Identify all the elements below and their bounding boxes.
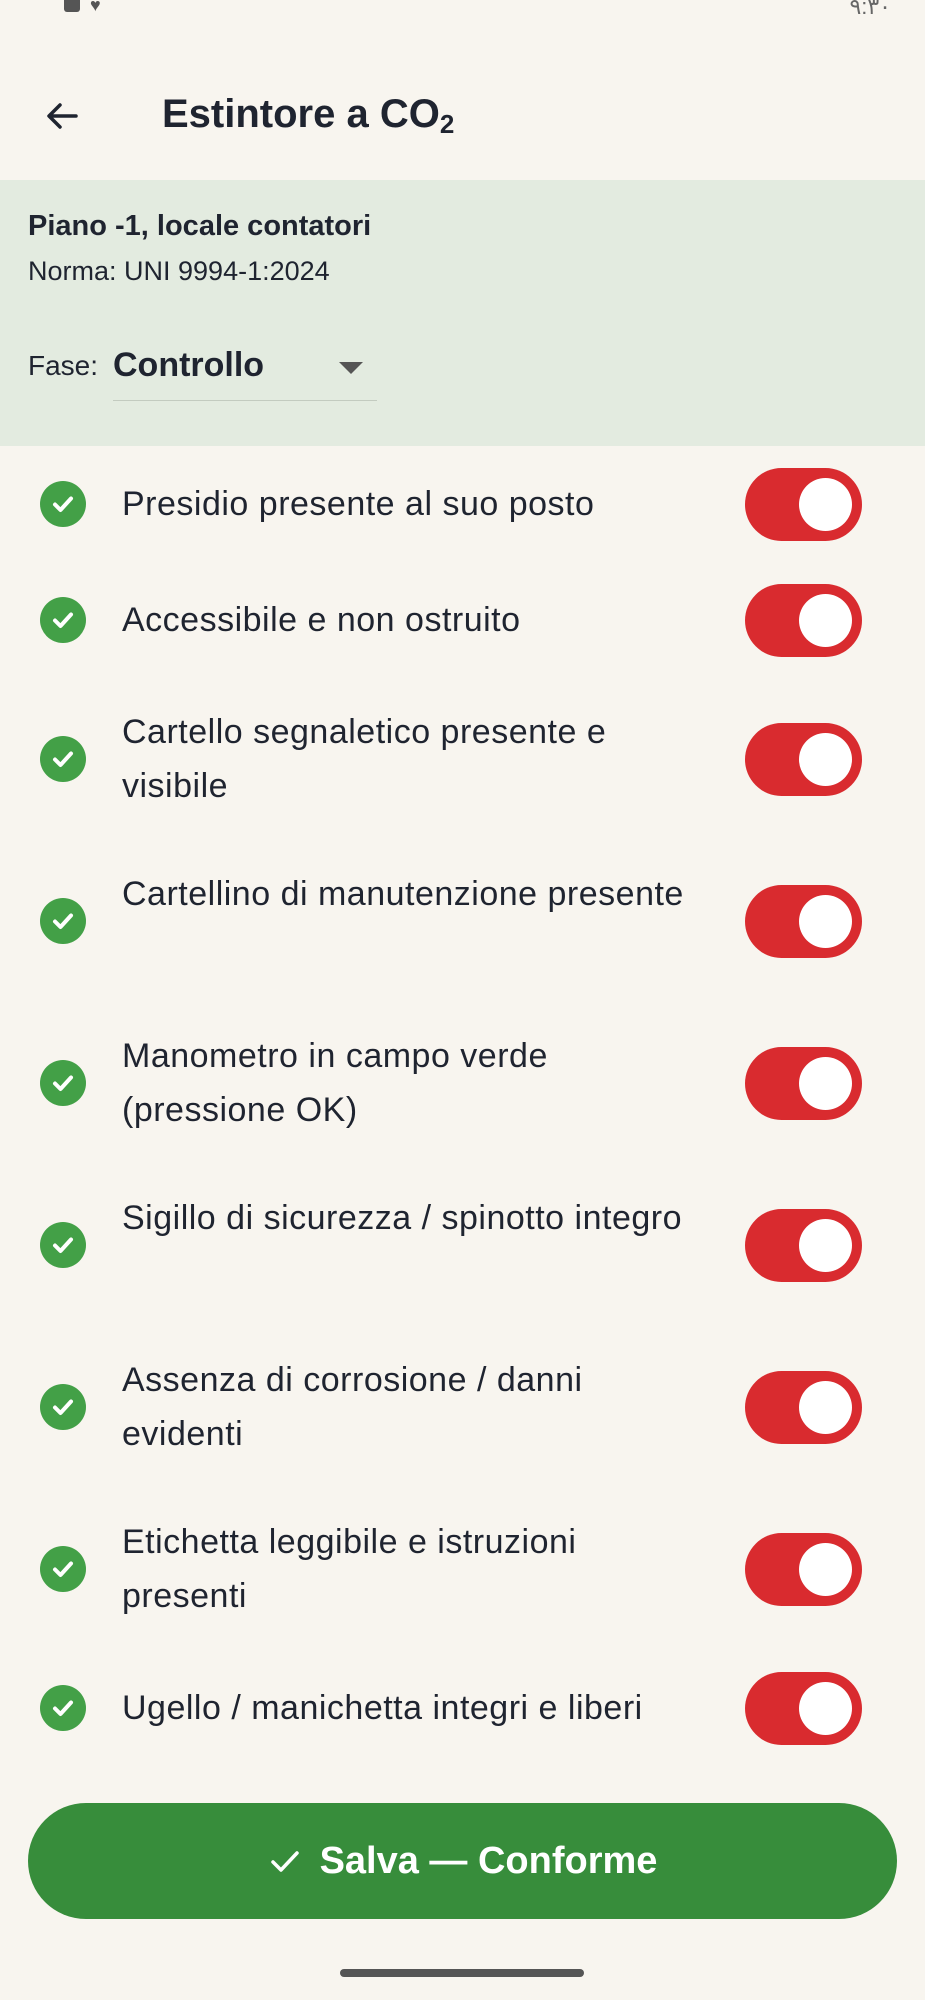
checklist-row: Cartello segnaletico presente e visibile (0, 678, 925, 840)
checklist-item-toggle[interactable] (745, 885, 862, 958)
toggle-knob (799, 1057, 852, 1110)
checklist-item-toggle[interactable] (745, 1533, 862, 1606)
heart-icon: ♥ (90, 0, 101, 15)
checklist-item-toggle[interactable] (745, 1047, 862, 1120)
check-circle-icon (40, 898, 86, 944)
fase-dropdown[interactable]: Controllo (113, 332, 377, 401)
checklist-row: Etichetta leggibile e istruzioni present… (0, 1488, 925, 1650)
checklist-item-label: Manometro in campo verde (pressione OK) (122, 1037, 548, 1129)
check-circle-icon (40, 1222, 86, 1268)
checklist-row: Presidio presente al suo posto (0, 446, 925, 562)
toggle-knob (799, 1381, 852, 1434)
checklist-item-label: Cartellino di manutenzione presente (122, 875, 684, 913)
checklist-row: Accessibile e non ostruito (0, 562, 925, 678)
checklist-item-label: Assenza di corrosione / danni evidenti (122, 1361, 583, 1453)
arrow-left-icon (47, 103, 78, 129)
toggle-knob (799, 478, 852, 531)
checklist-item-label: Ugello / manichetta integri e liberi (122, 1689, 643, 1727)
check-circle-icon (40, 736, 86, 782)
fase-selected-value: Controllo (113, 346, 265, 384)
norma-text: Norma: UNI 9994-1:2024 (28, 256, 330, 286)
page-title: Estintore a CO2 (162, 92, 455, 139)
check-circle-icon (40, 1685, 86, 1731)
dropdown-arrow-icon (339, 362, 363, 374)
check-circle-icon (40, 1546, 86, 1592)
check-circle-icon (40, 481, 86, 527)
checklist-item-label: Accessibile e non ostruito (122, 601, 521, 639)
checklist-row: Ugello / manichetta integri e liberi (0, 1650, 925, 1766)
check-circle-icon (40, 597, 86, 643)
checklist-item-label: Sigillo di sicurezza / spinotto integro (122, 1199, 682, 1237)
save-button[interactable]: Salva — Conforme (28, 1803, 897, 1919)
checklist-item-toggle[interactable] (745, 1371, 862, 1444)
checklist-item-label: Presidio presente al suo posto (122, 485, 595, 523)
checklist-row: Sigillo di sicurezza / spinotto integro (0, 1164, 925, 1326)
toggle-knob (799, 1543, 852, 1596)
check-circle-icon (40, 1060, 86, 1106)
checklist-item-toggle[interactable] (745, 584, 862, 657)
checklist-item-label: Etichetta leggibile e istruzioni present… (122, 1523, 577, 1615)
back-button[interactable] (30, 84, 94, 148)
checklist-item-toggle[interactable] (745, 1672, 862, 1745)
toggle-knob (799, 594, 852, 647)
checklist-item-toggle[interactable] (745, 723, 862, 796)
status-time: ٩:٣٠ (849, 0, 891, 19)
checklist-row: Cartellino di manutenzione presente (0, 840, 925, 1002)
info-panel: Piano -1, locale contatori Norma: UNI 99… (0, 180, 925, 446)
notification-icon (64, 0, 80, 12)
status-icons: ♥ (64, 0, 101, 16)
location-text: Piano -1, locale contatori (28, 210, 372, 242)
check-icon (270, 1851, 299, 1872)
toggle-knob (799, 1219, 852, 1272)
toggle-knob (799, 1682, 852, 1735)
status-bar: ♥ ٩:٣٠ (0, 0, 925, 24)
app-bar: Estintore a CO2 (0, 70, 925, 166)
toggle-knob (799, 733, 852, 786)
check-circle-icon (40, 1384, 86, 1430)
fase-label: Fase: (28, 350, 99, 381)
checklist-item-toggle[interactable] (745, 1209, 862, 1282)
checklist-row: Manometro in campo verde (pressione OK) (0, 1002, 925, 1164)
checklist-item-label: Cartello segnaletico presente e visibile (122, 713, 607, 805)
home-indicator[interactable] (340, 1969, 584, 1977)
checklist-row: Assenza di corrosione / danni evidenti (0, 1326, 925, 1488)
toggle-knob (799, 895, 852, 948)
save-button-label: Salva — Conforme (319, 1839, 658, 1882)
checklist-item-toggle[interactable] (745, 468, 862, 541)
